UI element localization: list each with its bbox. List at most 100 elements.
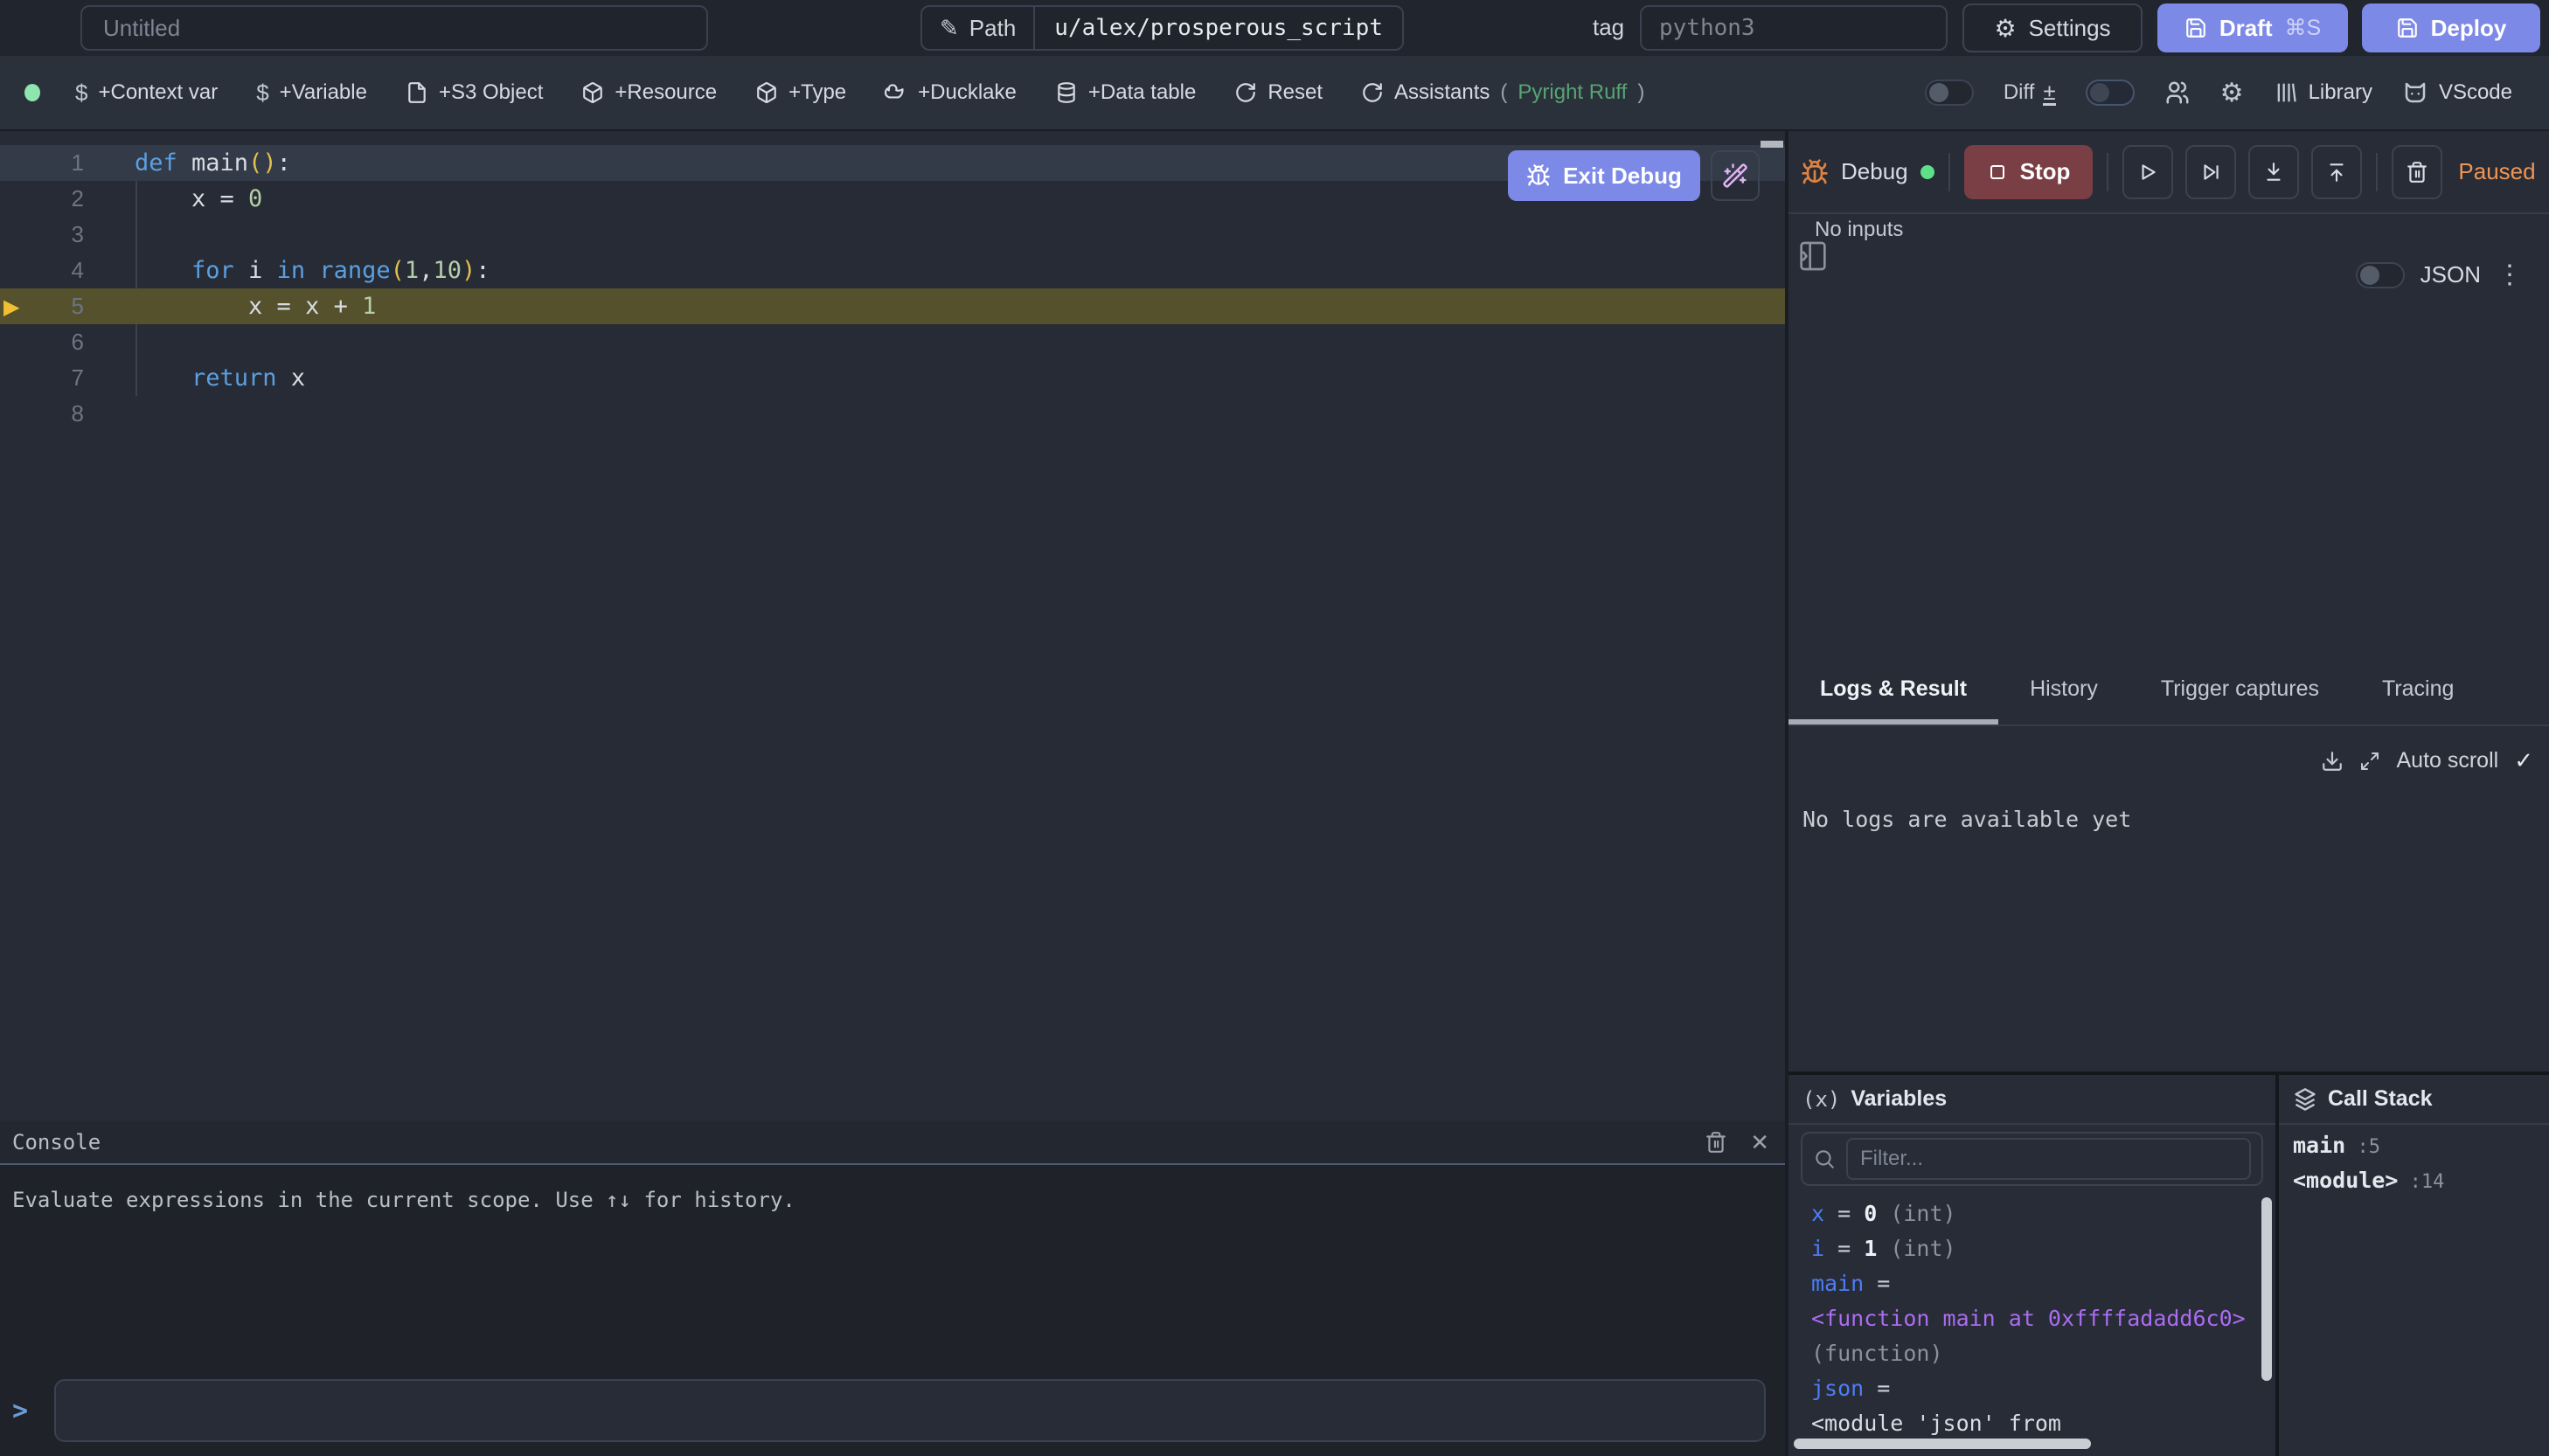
variable-entry: x = 0 (int)	[1811, 1196, 2275, 1231]
download-logs-icon[interactable]	[2321, 750, 2344, 773]
draft-shortcut: ⌘S	[2284, 15, 2321, 41]
toolbar-items: $+Context var $+Variable +S3 Object +Resour…	[75, 80, 1644, 107]
collab-toggle[interactable]	[2086, 80, 2135, 106]
toolbar-item-ducklake[interactable]: +Ducklake	[885, 80, 1017, 105]
cat-icon	[2402, 80, 2428, 106]
tab-logs-result[interactable]: Logs & Result	[1788, 676, 1998, 725]
tab-trigger-captures[interactable]: Trigger captures	[2129, 676, 2351, 725]
draft-button[interactable]: Draft ⌘S	[2157, 3, 2348, 52]
line-number[interactable]: 7	[35, 364, 84, 392]
assistants-toggle[interactable]	[1925, 80, 1974, 106]
variable-entry: json =	[1811, 1371, 2275, 1406]
path-edit-button[interactable]: ✎ Path	[922, 7, 1033, 49]
users-icon[interactable]	[2164, 80, 2191, 106]
variables-panel: (x) Variables x = 0 (int)i = 1 (int)main…	[1788, 1075, 2275, 1456]
clear-console-button[interactable]	[1705, 1131, 1727, 1154]
library-label: Library	[2309, 80, 2372, 105]
json-toggle[interactable]	[2356, 262, 2405, 288]
diff-button[interactable]: Diff ±	[2004, 80, 2056, 106]
toolbar-item-s3-object[interactable]: +S3 Object	[406, 80, 543, 105]
line-number[interactable]: 4	[35, 257, 84, 284]
result-tabs: Logs & ResultHistoryTrigger capturesTrac…	[1788, 619, 2549, 726]
tag-input[interactable]	[1640, 5, 1948, 51]
stack-frame[interactable]: main :5	[2293, 1128, 2549, 1163]
toolbar-item-reset[interactable]: Reset	[1234, 80, 1323, 105]
stack-frame[interactable]: <module> :14	[2293, 1163, 2549, 1198]
code-line-3[interactable]: 3	[0, 217, 1785, 253]
toolbar-right: Diff ± ⚙ Library VScode	[1925, 78, 2525, 108]
gear-icon: ⚙	[1994, 14, 2016, 43]
code-editor[interactable]: 1def main():2 x = 034 for i in range(1,1…	[0, 131, 1785, 1121]
toolbar-item-variable[interactable]: $+Variable	[256, 80, 367, 107]
toolbar-item-assistants[interactable]: Assistants(Pyright Ruff)	[1361, 80, 1644, 105]
line-number[interactable]: 6	[35, 329, 84, 356]
code-line-4[interactable]: 4 for i in range(1,10):	[0, 253, 1785, 288]
toolbar-item-label: +Context var	[98, 80, 218, 105]
settings-button[interactable]: ⚙ Settings	[1962, 3, 2143, 52]
vscode-button[interactable]: VScode	[2402, 80, 2512, 106]
editor-scrollbar[interactable]	[1761, 141, 1783, 148]
line-number[interactable]: 3	[35, 221, 84, 248]
step-into-button[interactable]	[2248, 145, 2299, 199]
line-number[interactable]: 2	[35, 185, 84, 212]
deploy-button[interactable]: Deploy	[2362, 3, 2540, 52]
code-line-5[interactable]: ▶5 x = x + 1	[0, 288, 1785, 324]
line-number[interactable]: 5	[35, 293, 84, 320]
code-line-7[interactable]: 7 return x	[0, 360, 1785, 396]
stop-button[interactable]: Stop	[1964, 145, 2094, 199]
continue-button[interactable]	[2122, 145, 2173, 199]
toolbar-item-resource[interactable]: +Resource	[581, 80, 717, 105]
code-line-8[interactable]: 8	[0, 396, 1785, 432]
auto-scroll-label: Auto scroll	[2396, 748, 2498, 773]
code-line-6[interactable]: 6	[0, 324, 1785, 360]
save-icon	[2396, 17, 2419, 39]
clear-debug-button[interactable]	[2392, 145, 2442, 199]
line-number[interactable]: 1	[35, 149, 84, 177]
path-group: ✎ Path u/alex/prosperous_script	[920, 5, 1404, 51]
no-inputs-text: No inputs	[1815, 218, 1903, 242]
vscode-label: VScode	[2439, 80, 2512, 105]
step-over-button[interactable]	[2185, 145, 2236, 199]
toolbar-item-data-table[interactable]: +Data table	[1055, 80, 1196, 105]
divider	[1948, 153, 1950, 191]
toolbar-item-context-var[interactable]: $+Context var	[75, 80, 218, 107]
variables-vertical-scrollbar[interactable]	[2261, 1197, 2272, 1381]
ai-wand-button[interactable]	[1711, 150, 1760, 201]
toolbar-item-label: +Data table	[1088, 80, 1196, 105]
stop-label: Stop	[2020, 158, 2071, 185]
draft-label: Draft	[2219, 15, 2273, 42]
step-out-button[interactable]	[2311, 145, 2362, 199]
variables-filter-input[interactable]	[1846, 1138, 2251, 1180]
diff-label: Diff	[2004, 80, 2035, 105]
close-icon[interactable]: ✕	[1750, 1129, 1769, 1156]
script-name-input[interactable]	[80, 5, 708, 51]
status-dot	[24, 84, 40, 101]
debug-arrow-icon: ▶	[0, 295, 35, 319]
console-header: Console ✕	[0, 1121, 1785, 1165]
code-text: for i in range(1,10):	[135, 257, 490, 284]
layers-icon	[2293, 1087, 2317, 1112]
gear-icon[interactable]: ⚙	[2220, 78, 2244, 108]
variables-title: Variables	[1851, 1086, 1947, 1112]
tab-history[interactable]: History	[1998, 676, 2129, 725]
tab-tracing[interactable]: Tracing	[2351, 676, 2485, 725]
variables-horizontal-scrollbar[interactable]	[1794, 1439, 2091, 1449]
console-input[interactable]	[54, 1379, 1766, 1442]
expand-logs-icon[interactable]	[2359, 751, 2380, 772]
filter-group	[1801, 1132, 2263, 1186]
toolbar-item-type[interactable]: +Type	[755, 80, 846, 105]
library-button[interactable]: Library	[2274, 80, 2372, 105]
divider	[2376, 153, 2378, 191]
exit-debug-button[interactable]: Exit Debug	[1508, 150, 1700, 201]
debug-title: Debug	[1841, 158, 1908, 185]
line-number[interactable]: 8	[35, 400, 84, 427]
variable-entry: <module 'json' from	[1811, 1406, 2275, 1441]
json-toggle-label: JSON	[2421, 261, 2481, 288]
console-hint: Evaluate expressions in the current scop…	[12, 1188, 1785, 1212]
logs-area: Auto scroll ✓ No logs are available yet	[1788, 726, 2549, 1066]
check-icon[interactable]: ✓	[2514, 747, 2533, 774]
kebab-menu-icon[interactable]: ⋮	[2497, 260, 2523, 290]
path-value[interactable]: u/alex/prosperous_script	[1035, 15, 1402, 41]
top-bar: ✎ Path u/alex/prosperous_script tag ⚙ Se…	[0, 0, 2549, 56]
toolbar-item-label: +Type	[788, 80, 846, 105]
